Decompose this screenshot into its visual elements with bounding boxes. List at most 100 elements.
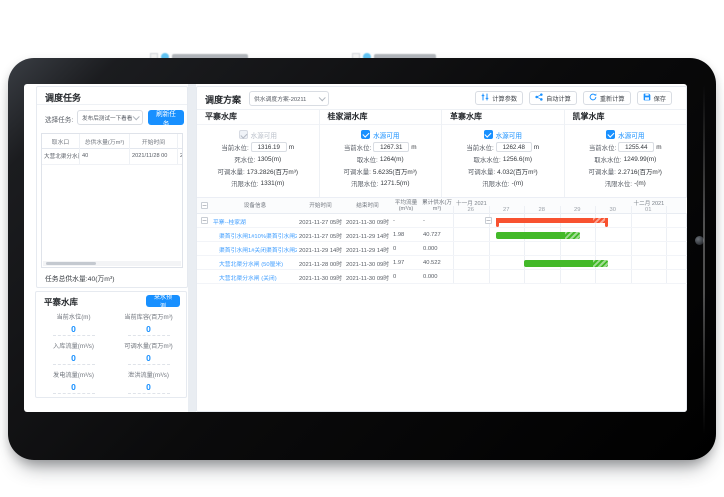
scrollbar-thumb[interactable] xyxy=(46,262,96,265)
reservoir-field: 泄洪流量(m³/s)0 xyxy=(111,367,186,396)
reservoir-card-row: 死水位:1305(m) xyxy=(197,153,319,165)
reservoir-card-row: 当前水位:1262.48m xyxy=(442,141,564,153)
field-label: 泄洪流量(m³/s) xyxy=(111,370,186,379)
plan-header: 调度方案 供水调度方案-20211 计算参数自动计算重新计算保存 xyxy=(197,87,686,110)
end-time: 2021-11-30 09时 xyxy=(346,270,391,284)
row-value: 1256.6(m) xyxy=(503,156,532,163)
bar-progress-stripes xyxy=(565,232,580,239)
reservoir-monitor-panel: 平寨水库 来水预测 当前水位(m)0当前库容(百万m³)0入库流量(m³/s)0… xyxy=(35,291,187,398)
water-level-input[interactable]: 1255.44 xyxy=(618,142,654,152)
water-source-toggle-row: 水源可用 xyxy=(442,128,564,141)
share-icon xyxy=(535,93,543,103)
gantt-day-label: 30 xyxy=(595,206,631,214)
tablet-frame: 调度任务 选择任务: 发布后测试一下看看 刷新任务 取水口总供水量(万m³)开始… xyxy=(8,58,716,460)
row-value: -(m) xyxy=(512,180,524,187)
collapse-all-icon[interactable]: − xyxy=(201,202,208,209)
plan-toolbar: 计算参数 自动计算 重新计算保存 xyxy=(475,91,672,105)
end-time: 2021-11-30 09时 xyxy=(346,256,391,270)
water-source-label: 水源可用 xyxy=(373,130,399,140)
field-label: 发电流量(m³/s) xyxy=(36,370,111,379)
column-header: 总供水量(万m³) xyxy=(80,134,130,148)
reservoir-card-row: 当前水位:1316.19m xyxy=(197,141,319,153)
end-time: 2021-11-30 09时 xyxy=(346,214,391,228)
water-source-toggle-row: 水源可用 xyxy=(565,128,687,141)
schedule-row[interactable]: 渠首引水闸1#10%渠首引水闸2#关闭2021-11-27 05时2021-11… xyxy=(197,228,687,242)
field-value: 0 xyxy=(128,353,170,365)
water-source-label: 水源可用 xyxy=(496,130,522,140)
refresh-icon xyxy=(589,93,597,103)
toolbar-button[interactable]: 自动计算 xyxy=(529,91,577,105)
start-time: 2021-11-27 05时 xyxy=(299,214,344,228)
gantt-collapse-icon[interactable]: − xyxy=(485,217,492,224)
schedule-row[interactable]: 大营北渠分水闸 (50厘米)2021-11-28 00时2021-11-30 0… xyxy=(197,256,687,270)
divider xyxy=(37,104,187,105)
task-panel: 调度任务 选择任务: 发布后测试一下看看 刷新任务 取水口总供水量(万m³)开始… xyxy=(36,86,188,288)
water-level-input[interactable]: 1267.31 xyxy=(373,142,409,152)
schedule-row[interactable]: −平寨--桂家湖2021-11-27 05时2021-11-30 09时-- xyxy=(197,214,687,228)
reservoir-card-row: 取水水位:1256.6(m) xyxy=(442,153,564,165)
task-select-row: 选择任务: 发布后测试一下看看 刷新任务 xyxy=(37,109,187,127)
water-source-label: 水源可用 xyxy=(251,130,277,140)
button-label: 自动计算 xyxy=(546,94,571,103)
refresh-task-button[interactable]: 刷新任务 xyxy=(148,110,184,125)
row-label: 当前水位: xyxy=(344,143,371,152)
horizontal-scrollbar[interactable] xyxy=(43,261,181,266)
row-label: 汛限水位: xyxy=(351,179,378,188)
water-source-checkbox[interactable] xyxy=(361,130,370,139)
table-row[interactable]: 大营北渠分水闸402021/11/28 002 xyxy=(42,148,183,165)
inflow-forecast-button[interactable]: 来水预测 xyxy=(146,295,180,307)
water-source-label: 水源可用 xyxy=(618,130,644,140)
gantt-bar-summary[interactable] xyxy=(496,218,608,223)
end-time: 2021-11-29 14时 xyxy=(346,242,391,256)
reservoir-card-row: 可调水量:2.2716(百万m³) xyxy=(565,165,687,177)
row-label: 取水水位: xyxy=(474,155,501,164)
reservoir-card-title: 平寨水库 xyxy=(197,109,319,125)
cumulative-supply: 0.000 xyxy=(423,270,453,284)
water-source-checkbox[interactable] xyxy=(484,130,493,139)
reservoir-card-row: 可调水量:4.032(百万m³) xyxy=(442,165,564,177)
field-label: 当前库容(百万m³) xyxy=(111,312,186,321)
collapse-row-icon[interactable]: − xyxy=(201,217,208,224)
gantt-bar[interactable] xyxy=(524,260,608,267)
row-label: 可调水量: xyxy=(589,167,616,176)
schedule-row[interactable]: 大营北渠分水闸 (关闭)2021-11-30 09时2021-11-30 09时… xyxy=(197,270,687,284)
toolbar-button[interactable]: 重新计算 xyxy=(583,91,631,105)
panel-gap xyxy=(188,84,196,412)
gantt-bar[interactable] xyxy=(496,232,580,239)
reservoir-panel-title: 平寨水库 xyxy=(44,296,78,308)
task-select[interactable]: 发布后测试一下看看 xyxy=(77,110,143,125)
intake-table-header: 取水口总供水量(万m³)开始时间 xyxy=(42,134,183,149)
column-header: 取水口 xyxy=(42,134,80,148)
reservoir-card-row: 可调水量:173.2826(百万m³) xyxy=(197,165,319,177)
avg-flow: 1.97 xyxy=(393,256,421,270)
reservoir-card-row: 取水位:1264(m) xyxy=(320,153,442,165)
scheduling-plan-area: 调度方案 供水调度方案-20211 计算参数自动计算重新计算保存 平寨水库水源可… xyxy=(196,86,687,412)
task-select-value: 发布后测试一下看看 xyxy=(82,114,132,122)
water-source-checkbox[interactable] xyxy=(239,130,248,139)
gantt-day-label: 01 xyxy=(631,206,667,214)
water-source-checkbox[interactable] xyxy=(606,130,615,139)
task-total-supply: 任务总供水量:40(万m³) xyxy=(45,273,114,283)
save-button[interactable]: 保存 xyxy=(637,91,672,105)
chevron-down-icon xyxy=(133,113,140,120)
schedule-row[interactable]: 渠首引水闸1#关闭渠首引水闸2#关闭2021-11-29 14时2021-11-… xyxy=(197,242,687,256)
plan-select-value: 供水调度方案-20211 xyxy=(254,94,306,103)
reservoir-card-row: 汛限水位:-(m) xyxy=(565,177,687,189)
toolbar-button[interactable]: 计算参数 xyxy=(475,91,523,105)
column-header: 开始时间 xyxy=(130,134,178,148)
column-header: 累计供水(万m³) xyxy=(421,198,453,214)
water-level-input[interactable]: 1316.19 xyxy=(251,142,287,152)
water-source-toggle-row: 水源可用 xyxy=(197,128,319,141)
cumulative-supply: 40.522 xyxy=(423,256,453,270)
device-name: 大营北渠分水闸 (关闭) xyxy=(219,270,297,284)
avg-flow: 1.98 xyxy=(393,228,421,242)
column-header xyxy=(178,134,183,148)
unit-label: m xyxy=(411,144,416,151)
row-label: 可调水量: xyxy=(218,167,245,176)
field-value: 0 xyxy=(53,382,95,394)
reservoir-field: 当前库容(百万m³)0 xyxy=(111,309,186,338)
water-level-input[interactable]: 1262.48 xyxy=(496,142,532,152)
reservoir-card-row: 可调水量:5.6235(百万m³) xyxy=(320,165,442,177)
row-value: 2.2716(百万m³) xyxy=(618,167,662,176)
plan-select[interactable]: 供水调度方案-20211 xyxy=(249,91,329,106)
